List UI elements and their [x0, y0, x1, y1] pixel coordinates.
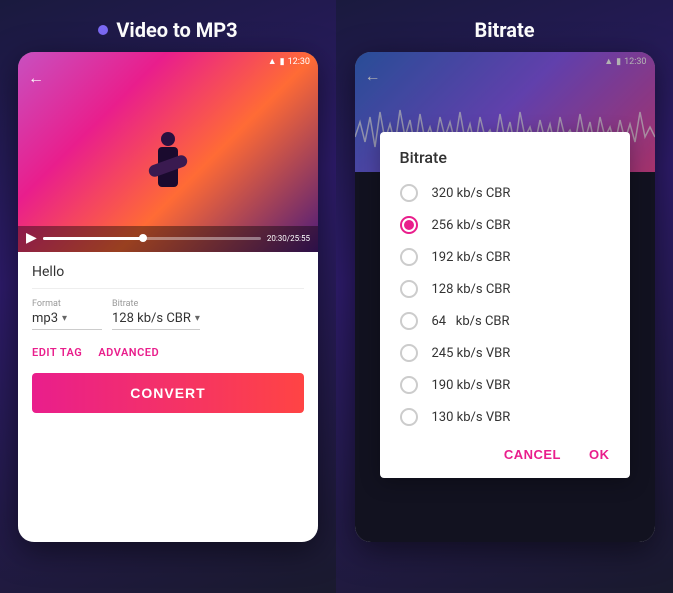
bitrate-option-5[interactable]: 245 kb/s VBR — [380, 337, 630, 369]
dialog-overlay: Bitrate 320 kb/s CBR 256 kb/s CBR 192 kb… — [355, 52, 655, 542]
phone-screen-right: ▲ ▮ 12:30 ← Bitrate 320 kb/s CBR — [355, 52, 655, 542]
radio-circle-6 — [400, 376, 418, 394]
progress-time: 20:30/25:55 — [267, 234, 310, 243]
radio-circle-5 — [400, 344, 418, 362]
format-group: Format mp3 ▾ — [32, 299, 102, 330]
bitrate-option-2[interactable]: 192 kb/s CBR — [380, 241, 630, 273]
right-panel: Bitrate ▲ ▮ 12:30 ← Bitrate — [336, 0, 673, 593]
right-title-text: Bitrate — [474, 18, 534, 42]
time-left: 12:30 — [288, 57, 310, 67]
format-bitrate-row: Format mp3 ▾ Bitrate 128 kb/s CBR ▾ — [32, 299, 304, 330]
advanced-link[interactable]: ADVANCED — [98, 346, 159, 359]
bitrate-option-4[interactable]: 64 kb/s CBR — [380, 305, 630, 337]
progress-bar[interactable] — [43, 237, 261, 240]
bitrate-option-3[interactable]: 128 kb/s CBR — [380, 273, 630, 305]
bitrate-dropdown[interactable]: 128 kb/s CBR ▾ — [112, 311, 200, 330]
video-controls: ▶ 20:30/25:55 — [18, 226, 318, 252]
format-label: Format — [32, 299, 102, 309]
radio-label-2: 192 kb/s CBR — [432, 250, 511, 265]
video-back-button[interactable]: ← — [28, 68, 44, 88]
phone-screen-left: ▲ ▮ 12:30 ← ▶ — [18, 52, 318, 542]
radio-circle-7 — [400, 408, 418, 426]
battery-icon-left: ▮ — [280, 57, 285, 67]
guitarist-graphic — [138, 132, 198, 212]
left-panel-title: Video to MP3 — [98, 18, 237, 42]
ok-button[interactable]: OK — [585, 443, 614, 466]
radio-label-1: 256 kb/s CBR — [432, 218, 511, 233]
format-value: mp3 — [32, 311, 58, 326]
radio-label-3: 128 kb/s CBR — [432, 282, 511, 297]
bitrate-value: 128 kb/s CBR — [112, 311, 191, 326]
radio-circle-2 — [400, 248, 418, 266]
progress-fill — [43, 237, 141, 240]
play-button[interactable]: ▶ — [26, 230, 37, 246]
edit-tag-link[interactable]: EDIT TAG — [32, 346, 82, 359]
bitrate-option-1[interactable]: 256 kb/s CBR — [380, 209, 630, 241]
guitarist-head — [161, 132, 175, 146]
bitrate-group: Bitrate 128 kb/s CBR ▾ — [112, 299, 200, 330]
right-panel-title: Bitrate — [474, 18, 534, 42]
bitrate-option-0[interactable]: 320 kb/s CBR — [380, 177, 630, 209]
title-dot-icon — [98, 25, 108, 35]
radio-label-7: 130 kb/s VBR — [432, 410, 511, 425]
signal-icon-left: ▲ — [268, 56, 277, 67]
bitrate-label: Bitrate — [112, 299, 200, 309]
dialog-actions: CANCEL OK — [380, 433, 630, 478]
play-row: ▶ 20:30/25:55 — [26, 230, 310, 246]
status-bar-left: ▲ ▮ 12:30 — [260, 52, 318, 71]
left-panel: Video to MP3 ▲ ▮ 12:30 ← — [0, 0, 336, 593]
radio-circle-3 — [400, 280, 418, 298]
radio-label-0: 320 kb/s CBR — [432, 186, 511, 201]
radio-circle-4 — [400, 312, 418, 330]
phone-mockup-left: ▲ ▮ 12:30 ← ▶ — [18, 52, 318, 542]
radio-circle-1 — [400, 216, 418, 234]
radio-circle-0 — [400, 184, 418, 202]
bitrate-option-7[interactable]: 130 kb/s VBR — [380, 401, 630, 433]
action-links: EDIT TAG ADVANCED — [32, 346, 304, 359]
dialog-title: Bitrate — [380, 132, 630, 177]
bitrate-dialog: Bitrate 320 kb/s CBR 256 kb/s CBR 192 kb… — [380, 132, 630, 478]
radio-label-5: 245 kb/s VBR — [432, 346, 511, 361]
format-dropdown[interactable]: mp3 ▾ — [32, 311, 102, 330]
phone-mockup-right: ▲ ▮ 12:30 ← Bitrate 320 kb/s CBR — [355, 52, 655, 542]
video-area: ▲ ▮ 12:30 ← ▶ — [18, 52, 318, 252]
progress-thumb — [139, 234, 147, 242]
convert-button[interactable]: CONVERT — [32, 373, 304, 413]
radio-inner-1 — [404, 220, 414, 230]
format-arrow-icon: ▾ — [62, 313, 67, 324]
radio-label-6: 190 kb/s VBR — [432, 378, 511, 393]
file-name: Hello — [32, 264, 304, 289]
bitrate-option-6[interactable]: 190 kb/s VBR — [380, 369, 630, 401]
bottom-card: Hello Format mp3 ▾ Bitrate 128 kb/s CBR — [18, 252, 318, 542]
cancel-button[interactable]: CANCEL — [500, 443, 565, 466]
radio-label-4: 64 kb/s CBR — [432, 314, 510, 329]
left-title-text: Video to MP3 — [116, 18, 237, 42]
bitrate-arrow-icon: ▾ — [195, 313, 200, 324]
